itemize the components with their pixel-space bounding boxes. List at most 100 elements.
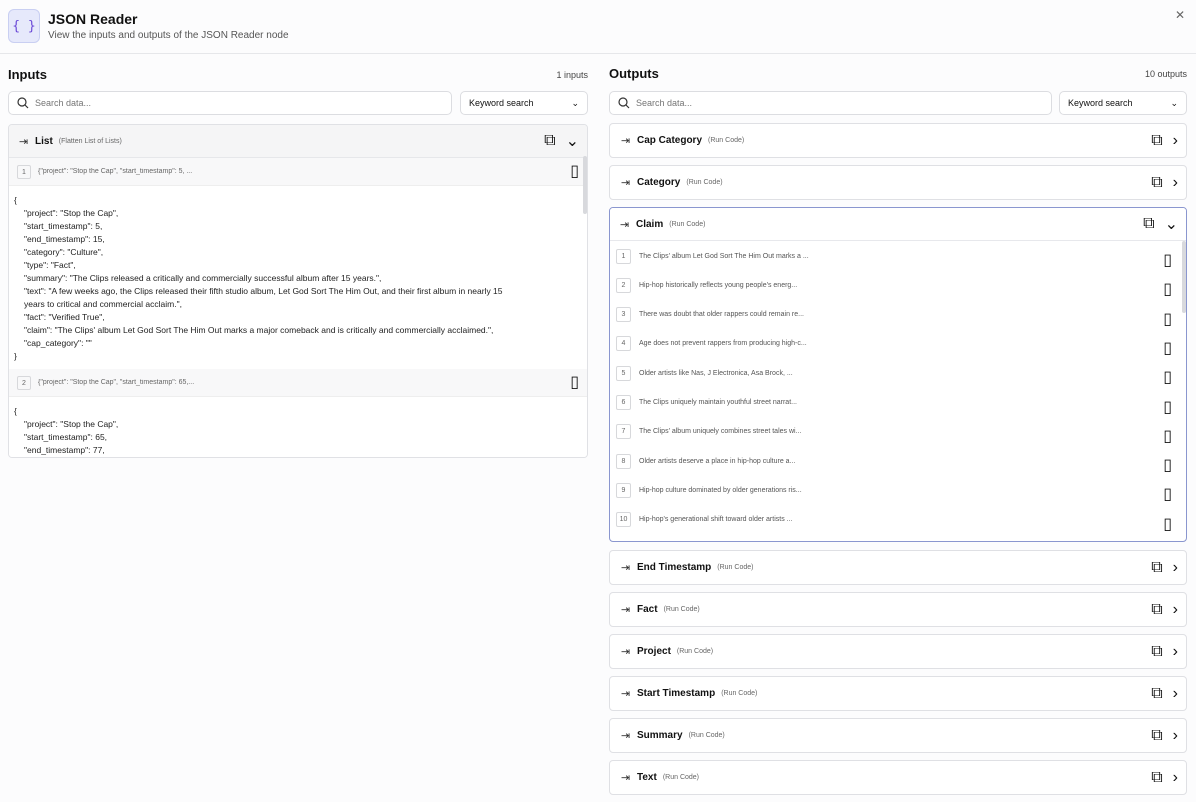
chevron-down-icon: ⌄ (571, 97, 579, 108)
claim-text: The Clips uniquely maintain youthful str… (639, 399, 797, 406)
search-input[interactable] (35, 98, 415, 108)
clipboard-icon[interactable]: ▯ (1163, 250, 1172, 270)
chevron-right-icon[interactable]: › (1173, 769, 1178, 787)
input-row-header[interactable]: 1 {"project": "Stop the Cap", "start_tim… (9, 158, 587, 186)
clipboard-icon[interactable]: ▯ (1163, 367, 1172, 387)
clipboard-icon[interactable]: ▯ (1163, 426, 1172, 446)
chevron-right-icon[interactable]: › (1173, 132, 1178, 150)
chevron-right-icon[interactable]: › (1173, 601, 1178, 619)
copy-icon[interactable]: ⧉ (1151, 643, 1162, 661)
chevron-right-icon[interactable]: › (1173, 727, 1178, 745)
clipboard-icon[interactable]: ▯ (1163, 455, 1172, 475)
claim-text: The Clips' album uniquely combines stree… (639, 428, 802, 436)
clipboard-icon[interactable]: ▯ (570, 161, 579, 181)
output-category[interactable]: ⇥ Category (Run Code) ⧉ › (609, 165, 1187, 200)
claim-item[interactable]: 6 The Clips uniquely maintain youthful st… (616, 394, 1180, 416)
claim-index: 2 (616, 277, 631, 293)
clipboard-icon[interactable]: ▯ (1163, 279, 1172, 299)
claim-text: Older artists deserve a place in hip-hop… (639, 457, 796, 465)
output-arrow-icon: ⇥ (621, 730, 631, 742)
chevron-right-icon[interactable]: › (1173, 559, 1178, 577)
output-start-timestamp[interactable]: ⇥ Start Timestamp (Run Code) ⧉ › (609, 676, 1187, 711)
inputs-scrollbar[interactable] (583, 156, 587, 214)
search-input[interactable] (636, 98, 1016, 108)
claim-item[interactable]: 8 Older artists deserve a place in hip-ho… (616, 452, 1180, 474)
outputs-search[interactable] (609, 91, 1052, 115)
copy-icon[interactable]: ⧉ (1151, 727, 1162, 745)
row-index: 1 (17, 164, 31, 179)
claim-item[interactable]: 4 Age does not prevent rappers from produ… (616, 335, 1180, 357)
chevron-right-icon[interactable]: › (1173, 174, 1178, 192)
output-fact[interactable]: ⇥ Fact (Run Code) ⧉ › (609, 592, 1187, 627)
json-line: "summary": "The Clips released a critica… (24, 273, 382, 283)
clipboard-icon[interactable]: ▯ (1163, 397, 1172, 417)
clipboard-icon[interactable]: ▯ (1163, 309, 1172, 329)
claim-item[interactable]: 1 The Clips' album Let God Sort The Him O… (616, 247, 1180, 269)
output-arrow-icon: ⇥ (621, 562, 631, 574)
output-arrow-icon: ⇥ (621, 688, 631, 700)
clipboard-icon[interactable]: ▯ (1163, 338, 1172, 358)
claim-item[interactable]: 7 The Clips' album uniquely combines stre… (616, 423, 1180, 445)
json-line: "end_timestamp": 77, (24, 445, 105, 455)
outputs-title: Outputs (609, 66, 659, 81)
inputs-group-source: (Flatten List of Lists) (58, 137, 122, 145)
clipboard-icon[interactable]: ▯ (1163, 514, 1172, 534)
copy-icon[interactable]: ⧉ (544, 132, 555, 150)
output-text[interactable]: ⇥ Text (Run Code) ⧉ › (609, 760, 1187, 795)
output-source: (Run Code) (663, 606, 700, 613)
inputs-group-header[interactable]: ⇥ List (Flatten List of Lists) ⧉ ⌄ (9, 125, 587, 158)
claim-header[interactable]: ⇥ Claim (Run Code) ⧉ ⌄ (610, 208, 1186, 241)
clipboard-icon[interactable]: ▯ (1163, 484, 1172, 504)
outputs-search-mode[interactable]: Keyword search ⌄ (1059, 91, 1187, 115)
claim-item[interactable]: 3 There was doubt that older rappers coul… (616, 306, 1180, 328)
search-icon (17, 97, 29, 109)
chevron-down-icon[interactable]: ⌄ (566, 131, 579, 151)
output-name: End Timestamp (637, 562, 712, 573)
json-line: "text": "A few weeks ago, the Clips rele… (24, 286, 503, 296)
chevron-down-icon[interactable]: ⌄ (1165, 214, 1178, 234)
claim-index: 4 (616, 336, 631, 352)
copy-icon[interactable]: ⧉ (1151, 174, 1162, 192)
copy-icon[interactable]: ⧉ (1143, 215, 1154, 233)
output-source: (Run Code) (721, 690, 758, 697)
row-index: 2 (17, 375, 31, 390)
json-content: {"project": "Stop the Cap", "start_timest… (9, 397, 587, 457)
row-preview: {"project": "Stop the Cap", "start_times… (38, 379, 195, 386)
output-summary[interactable]: ⇥ Summary (Run Code) ⧉ › (609, 718, 1187, 753)
input-row-header[interactable]: 2 {"project": "Stop the Cap", "start_tim… (9, 369, 587, 397)
output-name: Summary (637, 730, 683, 741)
copy-icon[interactable]: ⧉ (1151, 601, 1162, 619)
claim-text: There was doubt that older rappers could… (639, 311, 804, 319)
chevron-right-icon[interactable]: › (1173, 643, 1178, 661)
chevron-right-icon[interactable]: › (1173, 685, 1178, 703)
clipboard-icon[interactable]: ▯ (570, 372, 579, 392)
claim-item[interactable]: 2 Hip-hop historically reflects young peo… (616, 276, 1180, 298)
claim-item[interactable]: 9 Hip-hop culture dominated by older gene… (616, 481, 1180, 503)
json-line: "category": "Culture", (24, 247, 104, 257)
copy-icon[interactable]: ⧉ (1151, 685, 1162, 703)
claim-text: Age does not prevent rappers from produc… (639, 340, 807, 348)
copy-icon[interactable]: ⧉ (1151, 559, 1162, 577)
json-line: "fact": "Verified True", (24, 312, 105, 322)
output-name: Claim (636, 218, 664, 230)
claim-scrollbar[interactable] (1182, 241, 1186, 313)
claim-index: 8 (616, 453, 631, 469)
copy-icon[interactable]: ⧉ (1151, 132, 1162, 150)
claim-index: 7 (616, 424, 631, 440)
modal-title: JSON Reader (48, 11, 138, 27)
claim-item[interactable]: 5 Older artists like Nas, J Electronica, … (616, 364, 1180, 386)
json-line: "start_timestamp": 65, (24, 432, 108, 442)
output-cap-category[interactable]: ⇥ Cap Category (Run Code) ⧉ › (609, 123, 1187, 158)
inputs-search-mode[interactable]: Keyword search ⌄ (460, 91, 588, 115)
copy-icon[interactable]: ⧉ (1151, 769, 1162, 787)
claim-text: The Clips' album Let God Sort The Him Ou… (639, 252, 809, 260)
output-project[interactable]: ⇥ Project (Run Code) ⧉ › (609, 634, 1187, 669)
claim-text: Hip-hop's generational shift toward olde… (639, 516, 793, 524)
output-source: (Run Code) (676, 648, 714, 655)
json-line: "project": "Stop the Cap", (24, 208, 119, 218)
inputs-search[interactable] (8, 91, 452, 115)
close-icon[interactable]: ✕ (1172, 7, 1188, 23)
claim-item[interactable]: 10 Hip-hop's generational shift toward ol… (616, 511, 1180, 533)
json-line: "start_timestamp": 5, (24, 221, 103, 231)
output-end-timestamp[interactable]: ⇥ End Timestamp (Run Code) ⧉ › (609, 550, 1187, 585)
